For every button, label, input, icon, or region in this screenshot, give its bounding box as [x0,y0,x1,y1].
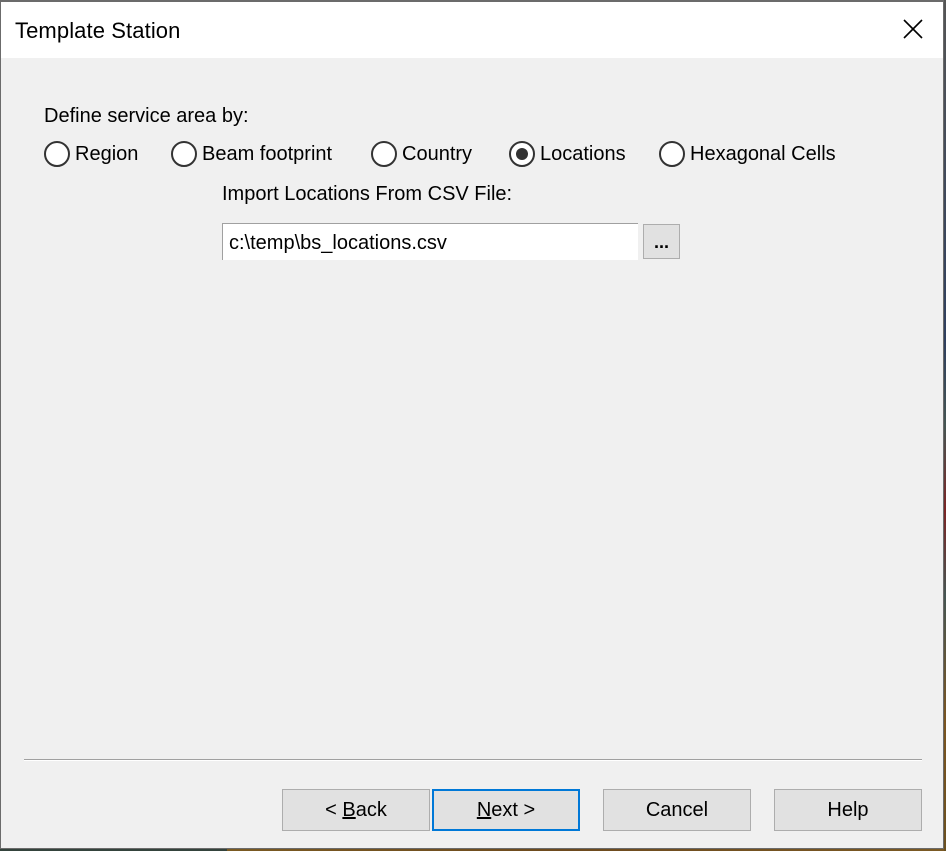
radio-region[interactable]: Region [44,140,138,168]
radio-circle[interactable] [659,141,685,167]
help-button[interactable]: Help [774,789,922,831]
close-icon [903,19,923,39]
next-label-rest: ext > [491,799,536,821]
radio-locations[interactable]: Locations [509,140,626,168]
next-button[interactable]: Next > [432,789,580,831]
footer-separator [24,759,922,761]
title-bar: Template Station [1,2,943,58]
radio-hexagonal-cells[interactable]: Hexagonal Cells [659,140,836,168]
service-area-label: Define service area by: [44,105,249,127]
back-button[interactable]: < Back [282,789,430,831]
radio-label: Locations [540,142,626,165]
cancel-button[interactable]: Cancel [603,789,751,831]
radio-beam-footprint[interactable]: Beam footprint [171,140,332,168]
radio-country[interactable]: Country [371,140,472,168]
back-label-rest: ack [355,799,387,821]
csv-import-label: Import Locations From CSV File: [222,183,513,205]
radio-circle[interactable] [44,141,70,167]
close-button[interactable] [881,2,943,58]
radio-circle-checked[interactable] [509,141,535,167]
back-mnemonic: B [342,799,356,821]
template-station-dialog: Template Station Define service area by:… [0,0,944,849]
radio-label: Hexagonal Cells [690,142,836,165]
radio-label: Country [402,142,473,165]
csv-file-path-input[interactable] [222,223,638,260]
radio-circle[interactable] [371,141,397,167]
radio-label: Beam footprint [202,142,333,165]
next-mnemonic: N [476,799,492,821]
radio-label: Region [75,142,139,165]
back-prefix: < [325,799,343,821]
window-title: Template Station [15,18,181,43]
browse-button[interactable]: ... [643,224,680,259]
dialog-content: Define service area by: Region Beam foot… [1,58,943,849]
radio-circle[interactable] [171,141,197,167]
